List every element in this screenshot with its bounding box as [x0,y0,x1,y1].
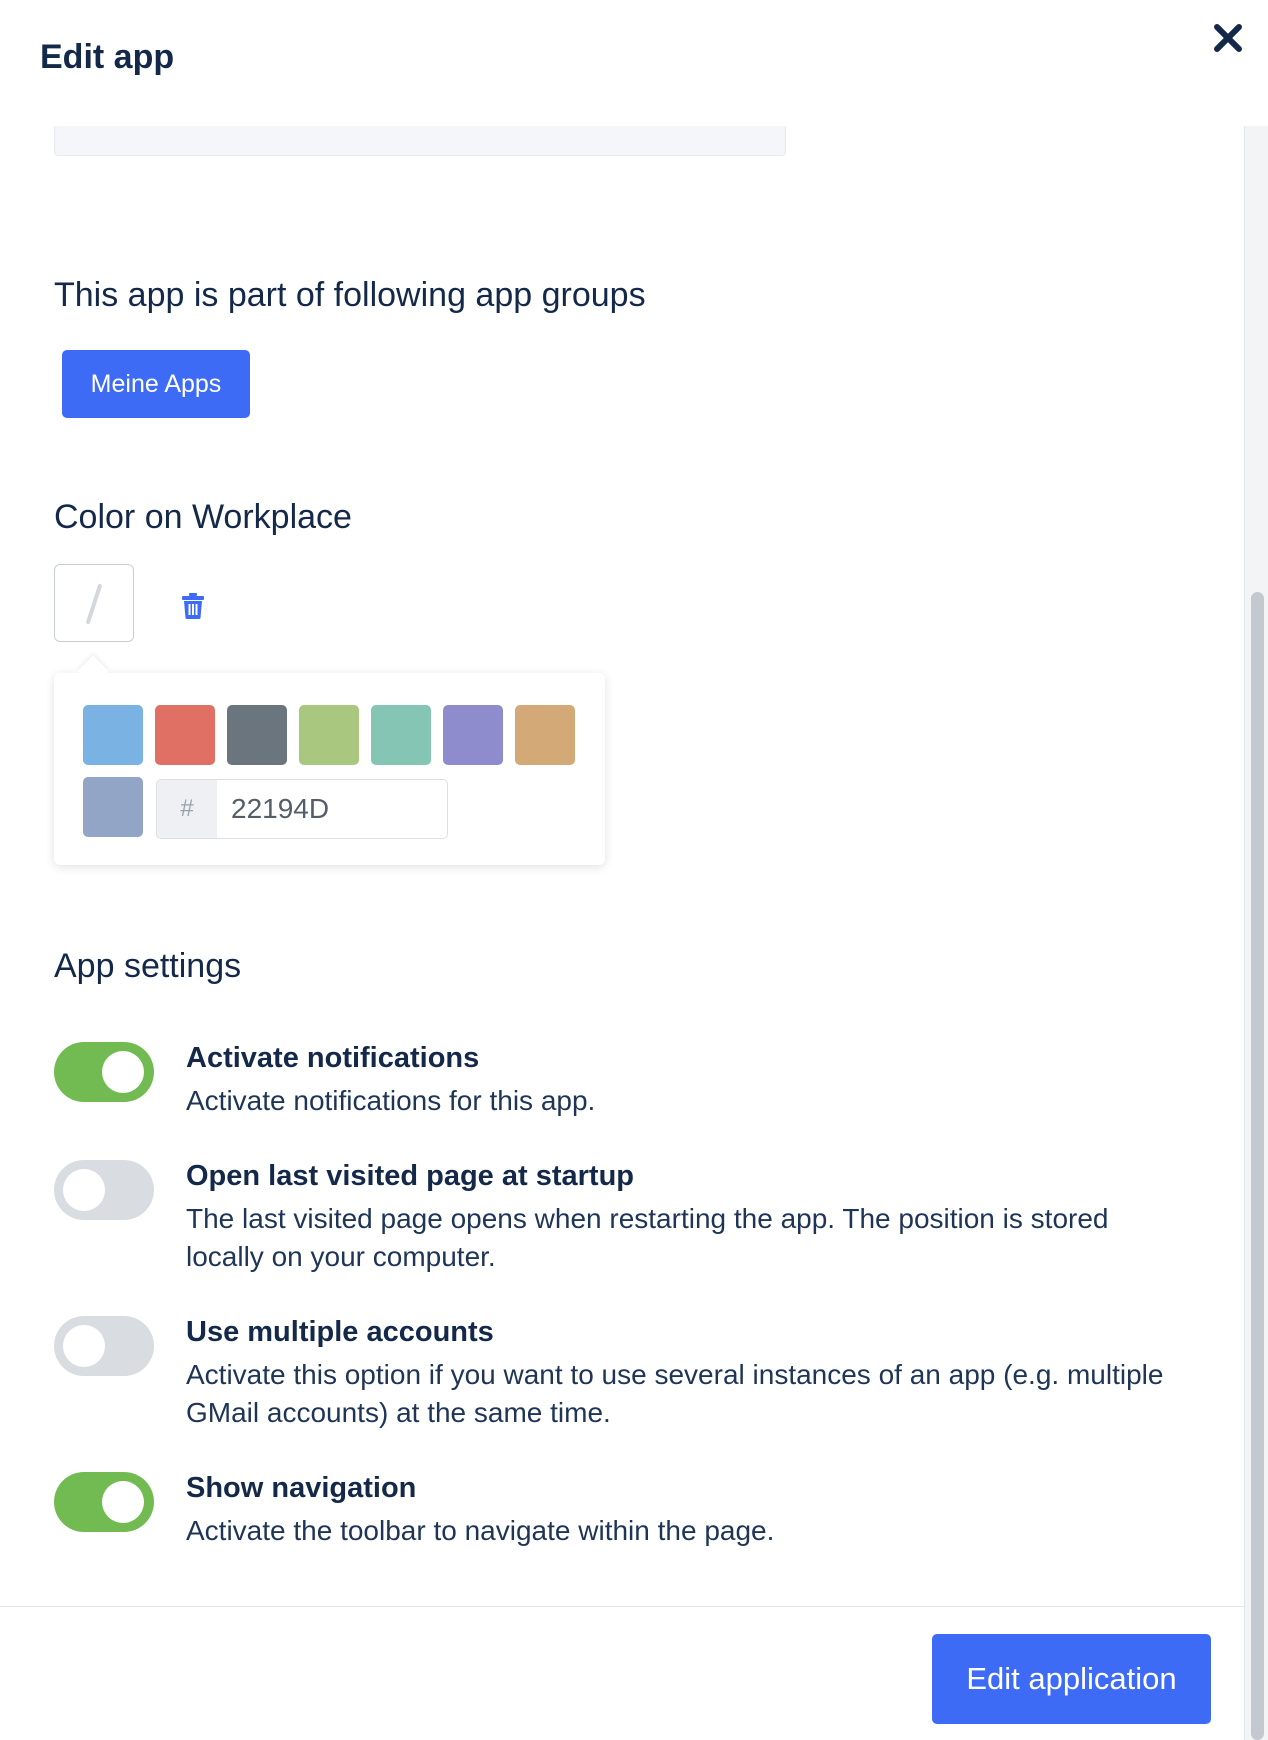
color-swatch-7[interactable] [515,705,575,765]
dialog-header: Edit app [0,0,1268,126]
show-navigation-toggle[interactable] [54,1472,154,1532]
toggle-knob [63,1169,105,1211]
color-swatch-4[interactable] [299,705,359,765]
scrollbar-thumb[interactable] [1251,592,1264,1740]
dialog-content[interactable]: This app is part of following app groups… [0,126,1244,1606]
setting-description: Activate notifications for this app. [186,1085,596,1116]
setting-description: The last visited page opens when restart… [186,1203,1109,1272]
color-swatch-2[interactable] [155,705,215,765]
color-swatch-1[interactable] [83,705,143,765]
hex-color-input[interactable] [217,780,445,838]
color-swatch-5[interactable] [371,705,431,765]
toggle-knob [102,1051,144,1093]
scrollbar[interactable] [1244,126,1268,1740]
app-groups-title: This app is part of following app groups [54,276,646,314]
app-group-chip[interactable]: Meine Apps [62,350,250,418]
open-last-page-toggle[interactable] [54,1160,154,1220]
dialog-footer: Edit application [0,1606,1244,1740]
color-swatch-3[interactable] [227,705,287,765]
close-button[interactable] [1210,20,1246,56]
dialog-title: Edit app [40,38,175,76]
color-swatch-8[interactable] [83,777,143,837]
hex-prefix: # [157,780,217,838]
setting-title: Show navigation [186,1472,417,1504]
close-icon [1214,24,1242,52]
color-picker-popover: # [54,655,605,865]
setting-description: Activate this option if you want to use … [186,1359,1164,1428]
color-swatch-6[interactable] [443,705,503,765]
remove-color-button[interactable] [180,592,206,620]
trash-icon [182,593,204,619]
description-field[interactable] [54,126,786,156]
no-color-slash [85,583,103,625]
edit-application-button[interactable]: Edit application [932,1634,1211,1724]
color-preview[interactable] [54,564,134,642]
hex-color-field: # [156,779,448,839]
setting-description: Activate the toolbar to navigate within … [186,1515,775,1546]
popover-arrow [77,655,109,687]
multiple-accounts-toggle[interactable] [54,1316,154,1376]
setting-title: Use multiple accounts [186,1316,494,1348]
toggle-knob [102,1481,144,1523]
setting-title: Open last visited page at startup [186,1160,634,1192]
edit-app-dialog: Edit app This app is part of following a… [0,0,1268,1740]
toggle-knob [63,1325,105,1367]
app-settings-title: App settings [54,947,242,985]
color-section-title: Color on Workplace [54,498,352,536]
setting-title: Activate notifications [186,1042,480,1074]
notifications-toggle[interactable] [54,1042,154,1102]
